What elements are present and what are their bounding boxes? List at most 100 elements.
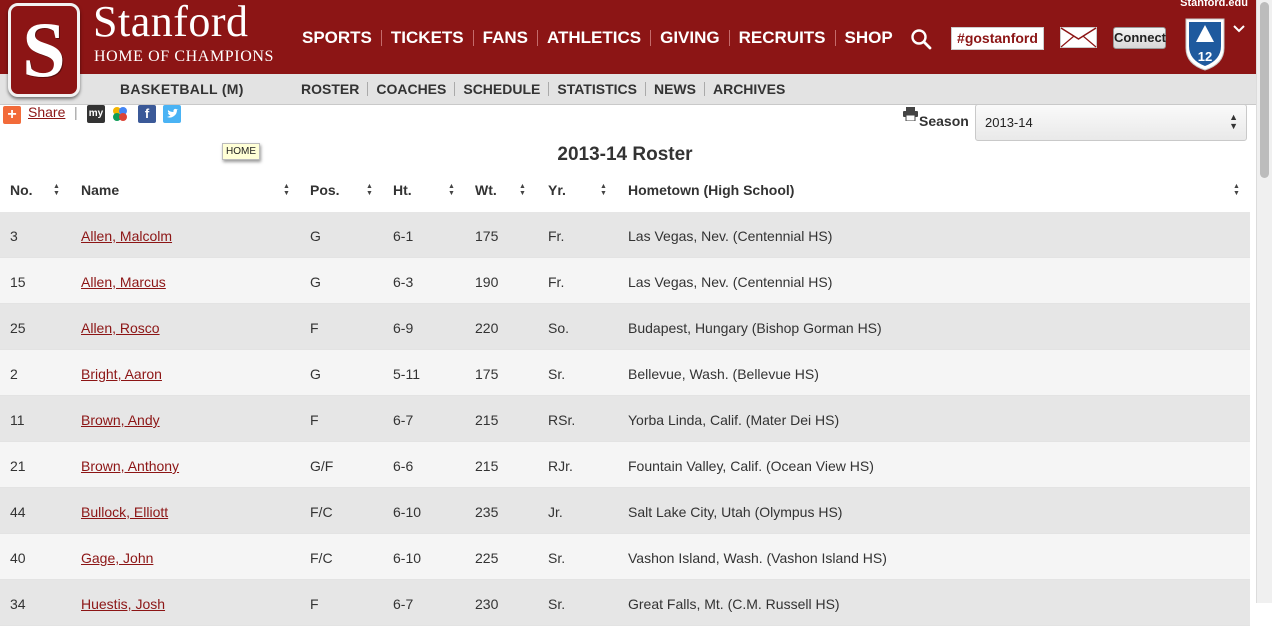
table-row: 2 Bright, Aaron G 5-11 175 Sr. Bellevue,…	[0, 350, 1250, 396]
cell-hometown: Fountain Valley, Calif. (Ocean View HS)	[628, 458, 874, 474]
table-row: 15 Allen, Marcus G 6-3 190 Fr. Las Vegas…	[0, 258, 1250, 304]
col-header-wt[interactable]: Wt.	[475, 182, 497, 198]
cell-no: 2	[10, 366, 18, 382]
sort-icon[interactable]: ▲ ▼	[366, 183, 373, 197]
subnav-coaches[interactable]: COACHES	[368, 81, 454, 97]
cell-yr: Jr.	[548, 504, 563, 520]
subnav-schedule[interactable]: SCHEDULE	[455, 81, 548, 97]
cell-no: 34	[10, 596, 26, 612]
table-row: 21 Brown, Anthony G/F 6-6 215 RJr. Fount…	[0, 442, 1250, 488]
pac12-badge-number: 12	[1198, 49, 1212, 64]
brand-title[interactable]: Stanford	[93, 0, 249, 44]
google-icon[interactable]	[111, 105, 129, 123]
cell-pos: F	[310, 320, 319, 336]
col-header-ht[interactable]: Ht.	[393, 182, 412, 198]
chevron-down-icon[interactable]	[1232, 24, 1246, 34]
nav-athletics[interactable]: ATHLETICS	[538, 28, 650, 48]
col-header-hometown[interactable]: Hometown (High School)	[628, 182, 794, 198]
share-link[interactable]: Share	[28, 104, 65, 120]
player-name-link[interactable]: Gage, John	[81, 550, 153, 566]
brand-subtitle: HOME OF CHAMPIONS	[94, 48, 275, 65]
share-plus-icon[interactable]: +	[3, 106, 21, 124]
sort-icon[interactable]: ▲ ▼	[448, 183, 455, 197]
table-row: 34 Huestis, Josh F 6-7 230 Sr. Great Fal…	[0, 580, 1250, 626]
nav-recruits[interactable]: RECRUITS	[730, 28, 835, 48]
cell-pos: F	[310, 596, 319, 612]
table-row: 3 Allen, Malcolm G 6-1 175 Fr. Las Vegas…	[0, 212, 1250, 258]
season-value: 2013-14	[985, 115, 1033, 130]
cell-no: 44	[10, 504, 26, 520]
cell-yr: RSr.	[548, 412, 576, 428]
cell-no: 11	[10, 412, 25, 428]
scrollbar-thumb[interactable]	[1260, 2, 1269, 178]
table-row: 44 Bullock, Elliott F/C 6-10 235 Jr. Sal…	[0, 488, 1250, 534]
gostanford-button[interactable]: #gostanford	[951, 27, 1044, 50]
cell-yr: Sr.	[548, 366, 566, 382]
cell-wt: 175	[475, 366, 499, 382]
nav-giving[interactable]: GIVING	[651, 28, 729, 48]
myyahoo-icon[interactable]: my	[87, 105, 105, 123]
player-name-link[interactable]: Brown, Anthony	[81, 458, 179, 474]
stanford-edu-link[interactable]: Stanford.edu	[1180, 0, 1248, 9]
sort-icon[interactable]: ▲ ▼	[53, 183, 60, 197]
cell-pos: F/C	[310, 550, 333, 566]
cell-wt: 230	[475, 596, 499, 612]
player-name-link[interactable]: Allen, Marcus	[81, 274, 166, 290]
player-name-link[interactable]: Allen, Rosco	[81, 320, 160, 336]
cell-pos: G	[310, 228, 321, 244]
cell-yr: Sr.	[548, 596, 566, 612]
cell-hometown: Las Vegas, Nev. (Centennial HS)	[628, 228, 833, 244]
cell-ht: 6-6	[393, 458, 414, 474]
nav-sports[interactable]: SPORTS	[293, 28, 381, 48]
print-icon[interactable]	[903, 107, 918, 121]
subnav-statistics[interactable]: STATISTICS	[549, 81, 645, 97]
cell-hometown: Bellevue, Wash. (Bellevue HS)	[628, 366, 819, 382]
season-select[interactable]: 2013-14 ▲ ▼	[975, 104, 1247, 141]
cell-yr: RJr.	[548, 458, 573, 474]
player-name-link[interactable]: Bullock, Elliott	[81, 504, 168, 520]
subnav-news[interactable]: NEWS	[646, 81, 704, 97]
cell-no: 40	[10, 550, 26, 566]
connect-button[interactable]: Connect	[1113, 27, 1166, 49]
cell-pos: G	[310, 274, 321, 290]
cell-pos: G	[310, 366, 321, 382]
cell-wt: 235	[475, 504, 499, 520]
player-name-link[interactable]: Bright, Aaron	[81, 366, 162, 382]
player-name-link[interactable]: Huestis, Josh	[81, 596, 165, 612]
pac12-logo-icon[interactable]: 12	[1183, 16, 1227, 72]
logo-letter: S	[22, 6, 66, 93]
cell-ht: 5-11	[393, 366, 420, 382]
facebook-icon[interactable]: f	[138, 105, 156, 123]
sort-icon[interactable]: ▲ ▼	[1233, 183, 1240, 197]
nav-shop[interactable]: SHOP	[836, 28, 902, 48]
col-header-name[interactable]: Name	[81, 182, 119, 198]
col-header-pos[interactable]: Pos.	[310, 182, 340, 198]
main-nav: SPORTS TICKETS FANS ATHLETICS GIVING REC…	[293, 28, 902, 48]
nav-fans[interactable]: FANS	[474, 28, 537, 48]
page-scrollbar[interactable]	[1256, 0, 1272, 603]
cell-no: 25	[10, 320, 26, 336]
player-name-link[interactable]: Allen, Malcolm	[81, 228, 172, 244]
subnav-archives[interactable]: ARCHIVES	[705, 81, 793, 97]
stanford-s-logo[interactable]: S	[8, 3, 80, 97]
table-row: 25 Allen, Rosco F 6-9 220 So. Budapest, …	[0, 304, 1250, 350]
cell-yr: So.	[548, 320, 570, 336]
table-row: 11 Brown, Andy F 6-7 215 RSr. Yorba Lind…	[0, 396, 1250, 442]
mail-icon[interactable]	[1060, 27, 1097, 48]
search-icon[interactable]	[909, 27, 933, 51]
col-header-yr[interactable]: Yr.	[548, 182, 566, 198]
subnav-roster[interactable]: ROSTER	[293, 81, 367, 97]
sport-title[interactable]: BASKETBALL (M)	[120, 81, 244, 97]
twitter-icon[interactable]	[163, 105, 181, 123]
cell-wt: 215	[475, 458, 499, 474]
col-header-no[interactable]: No.	[10, 182, 33, 198]
sort-icon[interactable]: ▲ ▼	[283, 183, 290, 197]
cell-ht: 6-1	[393, 228, 414, 244]
player-name-link[interactable]: Brown, Andy	[81, 412, 160, 428]
nav-tickets[interactable]: TICKETS	[382, 28, 473, 48]
table-row: 40 Gage, John F/C 6-10 225 Sr. Vashon Is…	[0, 534, 1250, 580]
roster-table-body: 3 Allen, Malcolm G 6-1 175 Fr. Las Vegas…	[0, 212, 1250, 626]
sort-icon[interactable]: ▲ ▼	[600, 183, 607, 197]
season-label: Season	[919, 113, 969, 129]
sort-icon[interactable]: ▲ ▼	[519, 183, 526, 197]
